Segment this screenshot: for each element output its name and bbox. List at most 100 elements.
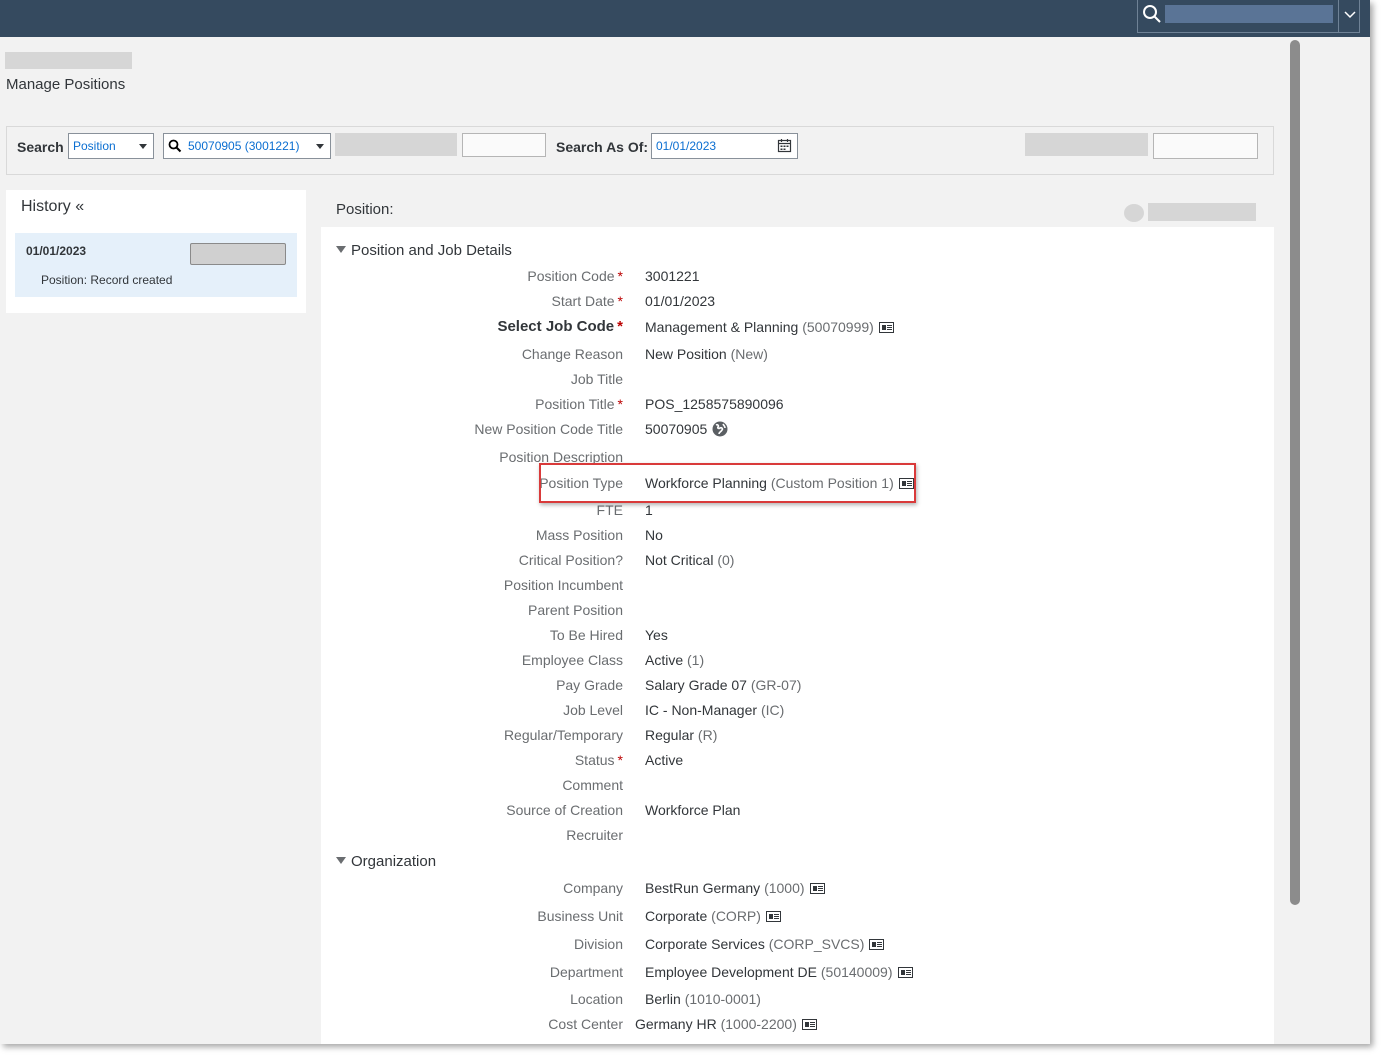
field-label: Status * <box>575 752 623 768</box>
field-label: Department <box>550 964 623 980</box>
globe-icon[interactable] <box>712 421 728 437</box>
field-row: Pay Grade Salary Grade 07 (GR-07) <box>321 677 1274 697</box>
field-label-text: Comment <box>562 777 623 793</box>
field-label: Employee Class <box>522 652 623 668</box>
field-value: Employee Development DE (50140009) <box>645 964 913 980</box>
search-type-select[interactable]: Position <box>68 133 154 159</box>
field-row: Business Unit Corporate (CORP) <box>321 908 1274 928</box>
history-panel: History « 01/01/2023 Position: Record cr… <box>6 190 306 313</box>
field-row: Company BestRun Germany (1000) <box>321 880 1274 900</box>
detail-card-icon[interactable] <box>897 967 913 978</box>
global-search-dropdown[interactable] <box>1338 0 1361 33</box>
field-row: Parent Position <box>321 602 1274 622</box>
redacted-input[interactable] <box>462 133 546 157</box>
field-value-text: Berlin <box>645 991 681 1007</box>
field-value-text: Active <box>645 652 684 668</box>
field-value-text: 50070905 <box>645 421 708 437</box>
caret-down-icon <box>139 144 147 149</box>
field-value: Berlin (1010-0001) <box>645 991 761 1007</box>
field-value-code: (50070999) <box>802 319 874 335</box>
field-label-text: Source of Creation <box>506 802 623 818</box>
field-row: Position Code * 3001221 <box>321 268 1274 288</box>
field-label-text: Critical Position? <box>518 552 623 568</box>
field-label: New Position Code Title <box>474 421 623 437</box>
required-asterisk: * <box>617 752 623 768</box>
field-label: Position Code * <box>527 268 623 284</box>
right-gutter <box>1304 37 1370 1044</box>
field-label: Source of Creation <box>506 802 623 818</box>
field-label: Pay Grade <box>556 677 623 693</box>
redacted-input[interactable] <box>1153 133 1258 159</box>
required-asterisk: * <box>617 268 623 284</box>
redacted-icon <box>1124 204 1144 222</box>
field-label: Business Unit <box>537 908 623 924</box>
history-entry-action-button[interactable] <box>190 243 286 265</box>
field-label: Change Reason <box>522 346 623 362</box>
section-position-and-job-details[interactable]: Position and Job Details <box>336 242 512 259</box>
field-label-text: FTE <box>596 502 623 518</box>
field-row: FTE 1 <box>321 502 1274 522</box>
app-window: Manage Positions Search Position 5007090… <box>0 0 1370 1044</box>
field-value: IC - Non-Manager (IC) <box>645 702 784 718</box>
history-entry-date: 01/01/2023 <box>26 244 87 258</box>
required-asterisk: * <box>617 396 623 412</box>
calendar-icon[interactable] <box>777 138 792 153</box>
field-label-text: Company <box>563 880 623 896</box>
search-value: 50070905 (3001221) <box>188 139 300 153</box>
field-label: Job Level <box>563 702 623 718</box>
global-search[interactable] <box>1137 0 1360 33</box>
search-as-of-label: Search As Of: <box>556 139 649 155</box>
field-row: Employee Class Active (1) <box>321 652 1274 672</box>
redacted-action <box>1148 203 1256 221</box>
history-entry-note: Position: Record created <box>41 273 173 287</box>
field-value: POS_1258575890096 <box>645 396 784 412</box>
field-value-code: (CORP) <box>711 908 761 924</box>
field-value-text: New Position <box>645 346 727 362</box>
field-label: Position Title * <box>535 396 623 412</box>
detail-card-icon[interactable] <box>809 883 825 894</box>
global-search-input[interactable] <box>1165 5 1333 23</box>
section-organization[interactable]: Organization <box>336 853 436 870</box>
field-value: Yes <box>645 627 668 643</box>
field-label: Recruiter <box>566 827 623 843</box>
field-row: Comment <box>321 777 1274 797</box>
field-label: Division <box>574 936 623 952</box>
field-value: Germany HR (1000-2200) <box>635 1016 817 1032</box>
field-value-text: Germany HR <box>635 1016 717 1032</box>
detail-card-icon[interactable] <box>878 322 894 333</box>
field-label: Location <box>570 991 623 1007</box>
field-value-text: Employee Development DE <box>645 964 817 980</box>
field-label-text: Position Title <box>535 396 615 412</box>
field-value: No <box>645 527 663 543</box>
search-as-of-date-input[interactable]: 01/01/2023 <box>651 133 798 159</box>
field-value: 3001221 <box>645 268 700 284</box>
history-toggle[interactable]: History « <box>21 198 84 216</box>
scrollbar-thumb[interactable] <box>1290 40 1300 905</box>
field-row: Position Incumbent <box>321 577 1274 597</box>
detail-card-icon[interactable] <box>869 939 885 950</box>
field-value: BestRun Germany (1000) <box>645 880 825 896</box>
page-title: Manage Positions <box>6 76 126 93</box>
field-value-code: (0) <box>717 552 735 568</box>
field-row: Job Level IC - Non-Manager (IC) <box>321 702 1274 722</box>
history-entry[interactable]: 01/01/2023 Position: Record created <box>15 233 297 297</box>
field-label-text: Regular/Temporary <box>503 727 623 743</box>
required-asterisk: * <box>617 318 623 335</box>
field-value-text: IC - Non-Manager <box>645 702 758 718</box>
field-value-code: (1000) <box>764 880 805 896</box>
field-label-text: Position Incumbent <box>503 577 623 593</box>
field-value-text: Management & Planning <box>645 319 799 335</box>
field-label-text: Employee Class <box>521 652 623 668</box>
field-row: Recruiter <box>321 827 1274 847</box>
field-label-text: Status <box>574 752 615 768</box>
field-label-text: Business Unit <box>537 908 623 924</box>
search-value-combobox[interactable]: 50070905 (3001221) <box>163 133 331 159</box>
detail-card-icon[interactable] <box>765 911 781 922</box>
field-value-text: BestRun Germany <box>645 880 761 896</box>
field-label-text: Change Reason <box>521 346 623 362</box>
search-icon[interactable] <box>1142 4 1162 24</box>
detail-card-icon[interactable] <box>801 1019 817 1030</box>
field-value: Regular (R) <box>645 727 717 743</box>
field-label-text: Start Date <box>551 293 615 309</box>
field-value: Active <box>645 752 683 768</box>
